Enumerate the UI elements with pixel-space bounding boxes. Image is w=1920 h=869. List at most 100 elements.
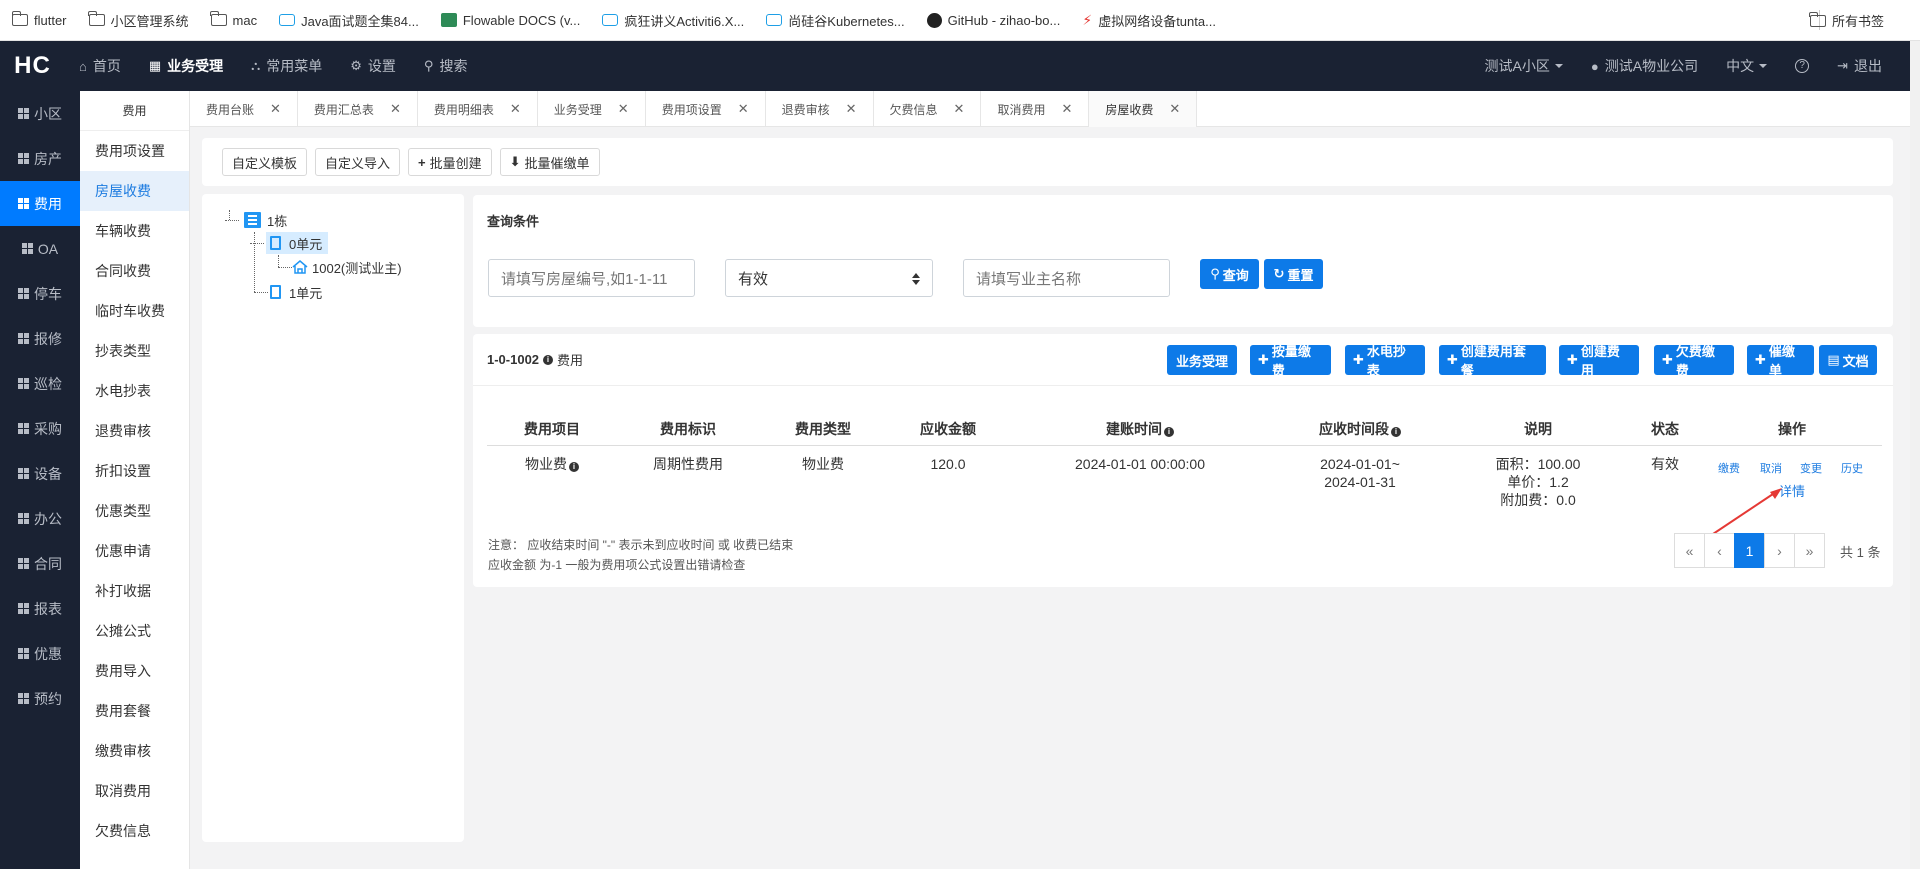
search-button[interactable]: ⚲ 查询 — [1200, 259, 1259, 289]
tab-room-fee[interactable]: 房屋收费 ✕ — [1089, 91, 1198, 127]
bookmark-flutter[interactable]: flutter — [11, 11, 67, 28]
submenu-temp-car-fee[interactable]: 临时车收费 — [80, 291, 189, 331]
bookmark-activiti[interactable]: 疯狂讲义Activiti6.X... — [602, 11, 744, 30]
tree-node-unit0[interactable]: 0单元 — [266, 232, 329, 254]
docs-button[interactable]: ▤ 文档 — [1819, 345, 1877, 375]
info-icon[interactable]: i — [569, 462, 579, 472]
change-link[interactable]: 变更 — [1800, 460, 1822, 476]
business-accept-button[interactable]: 业务受理 — [1167, 345, 1237, 375]
page-last[interactable]: » — [1794, 533, 1825, 568]
nav-search[interactable]: ⚲ 搜索 — [424, 56, 468, 76]
cancel-link[interactable]: 取消 — [1760, 460, 1782, 476]
sidebar-item-parking[interactable]: 停车 — [0, 271, 80, 316]
submenu-payment-review[interactable]: 缴费审核 — [80, 731, 189, 771]
create-fee-button[interactable]: ✚ 创建费用 — [1559, 344, 1639, 378]
tab-fee-detail[interactable]: 费用明细表 ✕ — [418, 91, 538, 127]
nav-common-menu[interactable]: ⛬ 常用菜单 — [251, 56, 322, 76]
help-button[interactable]: ? — [1795, 59, 1810, 73]
submenu-reprint-receipt[interactable]: 补打收据 — [80, 571, 189, 611]
batch-create-button[interactable]: + 批量创建 — [408, 148, 492, 176]
history-link[interactable]: 历史 — [1841, 460, 1863, 476]
nav-settings[interactable]: ⚙ 设置 — [350, 56, 396, 76]
sidebar-item-property[interactable]: 房产 — [0, 136, 80, 181]
bookmark-github[interactable]: GitHub - zihao-bo... — [926, 12, 1060, 28]
submenu-fee-config[interactable]: 费用项设置 — [80, 131, 189, 171]
sidebar-item-equipment[interactable]: 设备 — [0, 451, 80, 496]
page-first[interactable]: « — [1674, 533, 1705, 568]
tab-fee-config[interactable]: 费用项设置 ✕ — [646, 91, 766, 127]
custom-template-button[interactable]: 自定义模板 — [222, 148, 308, 176]
close-icon[interactable]: ✕ — [618, 101, 629, 117]
tab-fee-summary[interactable]: 费用汇总表 ✕ — [298, 91, 418, 127]
close-icon[interactable]: ✕ — [954, 101, 965, 117]
tab-refund-review[interactable]: 退费审核 ✕ — [766, 91, 874, 127]
close-icon[interactable]: ✕ — [270, 101, 281, 117]
close-icon[interactable]: ✕ — [1061, 101, 1072, 117]
tree-node-building[interactable]: 1栋 — [244, 209, 287, 231]
sidebar-item-booking[interactable]: 预约 — [0, 676, 80, 721]
submenu-refund-review[interactable]: 退费审核 — [80, 411, 189, 451]
pay-by-usage-button[interactable]: ✚ 按量缴费 — [1250, 344, 1331, 378]
close-icon[interactable]: ✕ — [1169, 101, 1180, 117]
close-icon[interactable]: ✕ — [738, 101, 749, 117]
tab-business[interactable]: 业务受理 ✕ — [538, 91, 646, 127]
meter-reading-button[interactable]: ✚ 水电抄表 — [1345, 344, 1425, 378]
reset-button[interactable]: ↻ 重置 — [1264, 259, 1323, 289]
room-number-input[interactable]: 请填写房屋编号,如1-1-11 — [488, 259, 695, 297]
submenu-contract-fee[interactable]: 合同收费 — [80, 251, 189, 291]
sidebar-item-report[interactable]: 报表 — [0, 586, 80, 631]
pay-link[interactable]: 缴费 — [1718, 460, 1740, 476]
close-icon[interactable]: ✕ — [846, 101, 857, 117]
logout-button[interactable]: ⇥ 退出 — [1837, 56, 1882, 76]
tab-arrears[interactable]: 欠费信息 ✕ — [874, 91, 982, 127]
community-selector[interactable]: 测试A小区 — [1485, 56, 1563, 76]
submenu-meter-type[interactable]: 抄表类型 — [80, 331, 189, 371]
bookmark-kubernetes[interactable]: 尚硅谷Kubernetes... — [766, 11, 905, 30]
tab-cancel-fee[interactable]: 取消费用 ✕ — [981, 91, 1090, 127]
sidebar-item-contract[interactable]: 合同 — [0, 541, 80, 586]
page-prev[interactable]: ‹ — [1704, 533, 1735, 568]
bookmark-community-system[interactable]: 小区管理系统 — [88, 11, 189, 30]
sidebar-item-office[interactable]: 办公 — [0, 496, 80, 541]
submenu-room-fee[interactable]: 房屋收费 — [80, 171, 189, 211]
owner-name-input[interactable]: 请填写业主名称 — [963, 259, 1170, 297]
submenu-cancel-fee[interactable]: 取消费用 — [80, 771, 189, 811]
logo[interactable]: HC — [0, 52, 65, 80]
bookmark-java-interview[interactable]: Java面试题全集84... — [279, 11, 419, 30]
sidebar-item-inspection[interactable]: 巡检 — [0, 361, 80, 406]
sidebar-item-community[interactable]: 小区 — [0, 91, 80, 136]
bookmark-mac[interactable]: mac — [210, 11, 257, 28]
language-selector[interactable]: 中文 — [1726, 56, 1768, 76]
sidebar-item-fee[interactable]: 费用 — [0, 181, 80, 226]
close-icon[interactable]: ✕ — [510, 101, 521, 117]
submenu-car-fee[interactable]: 车辆收费 — [80, 211, 189, 251]
submenu-fee-package[interactable]: 费用套餐 — [80, 691, 189, 731]
sidebar-item-repair[interactable]: 报修 — [0, 316, 80, 361]
submenu-discount-setting[interactable]: 折扣设置 — [80, 451, 189, 491]
submenu-fee-import[interactable]: 费用导入 — [80, 651, 189, 691]
nav-business[interactable]: ▦ 业务受理 — [149, 56, 223, 76]
submenu-meter-reading[interactable]: 水电抄表 — [80, 371, 189, 411]
submenu-discount-type[interactable]: 优惠类型 — [80, 491, 189, 531]
tree-node-unit1[interactable]: 1单元 — [270, 281, 322, 303]
sidebar-item-oa[interactable]: OA — [0, 226, 80, 271]
sidebar-item-purchase[interactable]: 采购 — [0, 406, 80, 451]
page-1[interactable]: 1 — [1734, 533, 1765, 568]
custom-import-button[interactable]: 自定义导入 — [315, 148, 401, 176]
page-next[interactable]: › — [1764, 533, 1795, 568]
submenu-arrears-info[interactable]: 欠费信息 — [80, 811, 189, 851]
submenu-discount-apply[interactable]: 优惠申请 — [80, 531, 189, 571]
sidebar-item-discount[interactable]: 优惠 — [0, 631, 80, 676]
submenu-shared-formula[interactable]: 公摊公式 — [80, 611, 189, 651]
tab-fee-ledger[interactable]: 费用台账 ✕ — [190, 91, 298, 127]
batch-reminder-button[interactable]: ⬇ 批量催缴单 — [499, 148, 600, 176]
create-fee-package-button[interactable]: ✚ 创建费用套餐 — [1439, 344, 1546, 378]
status-select[interactable]: 有效 — [725, 259, 933, 297]
nav-home[interactable]: ⌂ 首页 — [79, 56, 121, 76]
reminder-button[interactable]: ✚ 催缴单 — [1747, 344, 1814, 378]
company-menu[interactable]: ● 测试A物业公司 — [1591, 56, 1698, 76]
bookmark-flowable-docs[interactable]: Flowable DOCS (v... — [440, 13, 580, 28]
tree-node-room-1002[interactable]: 1002(测试业主) — [292, 256, 402, 278]
close-icon[interactable]: ✕ — [390, 101, 401, 117]
page-scrollbar[interactable] — [1910, 41, 1920, 869]
